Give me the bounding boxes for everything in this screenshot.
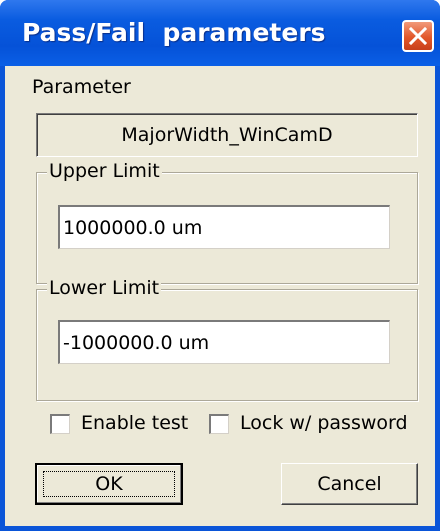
enable-test-checkbox[interactable] (50, 414, 70, 434)
lock-password-checkbox[interactable] (209, 414, 229, 434)
close-icon (409, 27, 427, 45)
lower-limit-group: Lower Limit (36, 277, 418, 401)
dialog-body: Parameter MajorWidth_WinCamD Upper Limit… (5, 66, 435, 526)
pass-fail-dialog: Pass/Fail parameters Parameter MajorWidt… (0, 0, 440, 531)
enable-test-label[interactable]: Enable test (81, 412, 188, 434)
lock-password-label[interactable]: Lock w/ password (240, 412, 408, 434)
parameter-value: MajorWidth_WinCamD (36, 113, 418, 157)
cancel-button[interactable]: Cancel (281, 463, 418, 505)
parameter-label: Parameter (32, 76, 131, 98)
upper-limit-legend: Upper Limit (47, 160, 162, 182)
lower-limit-input[interactable] (58, 320, 390, 364)
ok-button-label: OK (95, 473, 123, 495)
title-bar[interactable]: Pass/Fail parameters (0, 0, 440, 66)
cancel-button-label: Cancel (317, 473, 382, 495)
upper-limit-input[interactable] (58, 205, 390, 249)
close-button[interactable] (402, 20, 434, 52)
ok-button[interactable]: OK (35, 463, 183, 505)
upper-limit-group: Upper Limit (36, 160, 418, 284)
lower-limit-legend: Lower Limit (47, 277, 162, 299)
window-title: Pass/Fail parameters (22, 18, 326, 47)
